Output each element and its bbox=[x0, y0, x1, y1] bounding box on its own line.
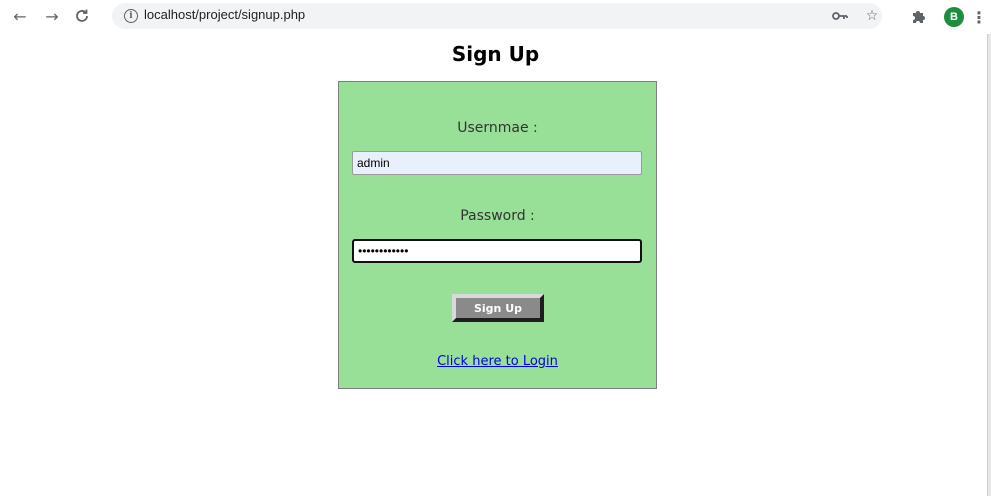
star-icon[interactable]: ☆ bbox=[862, 6, 882, 26]
info-icon[interactable]: i bbox=[124, 9, 138, 23]
username-input[interactable] bbox=[352, 151, 642, 175]
forward-icon[interactable]: → bbox=[40, 4, 64, 28]
profile-avatar[interactable]: B bbox=[944, 7, 964, 27]
page-title: Sign Up bbox=[451, 42, 540, 66]
username-label: Usernmae : bbox=[457, 120, 538, 136]
address-bar[interactable]: i localhost/project/signup.php ☆ bbox=[112, 3, 882, 29]
signup-button[interactable]: Sign Up bbox=[452, 294, 544, 322]
back-icon[interactable]: ← bbox=[8, 4, 32, 28]
signup-form: Usernmae : Password : Sign Up Click here… bbox=[338, 81, 657, 389]
reload-icon[interactable] bbox=[70, 4, 94, 28]
browser-toolbar: ← → i localhost/project/signup.php ☆ B ⋮ bbox=[0, 0, 991, 34]
puzzle-icon[interactable] bbox=[908, 6, 928, 26]
url-text[interactable]: localhost/project/signup.php bbox=[144, 7, 305, 22]
key-icon[interactable] bbox=[830, 6, 850, 26]
login-link[interactable]: Click here to Login bbox=[339, 354, 656, 369]
password-input[interactable] bbox=[352, 239, 642, 263]
password-label: Password : bbox=[460, 208, 535, 224]
scrollbar[interactable] bbox=[987, 34, 991, 496]
menu-icon[interactable]: ⋮ bbox=[971, 5, 987, 29]
